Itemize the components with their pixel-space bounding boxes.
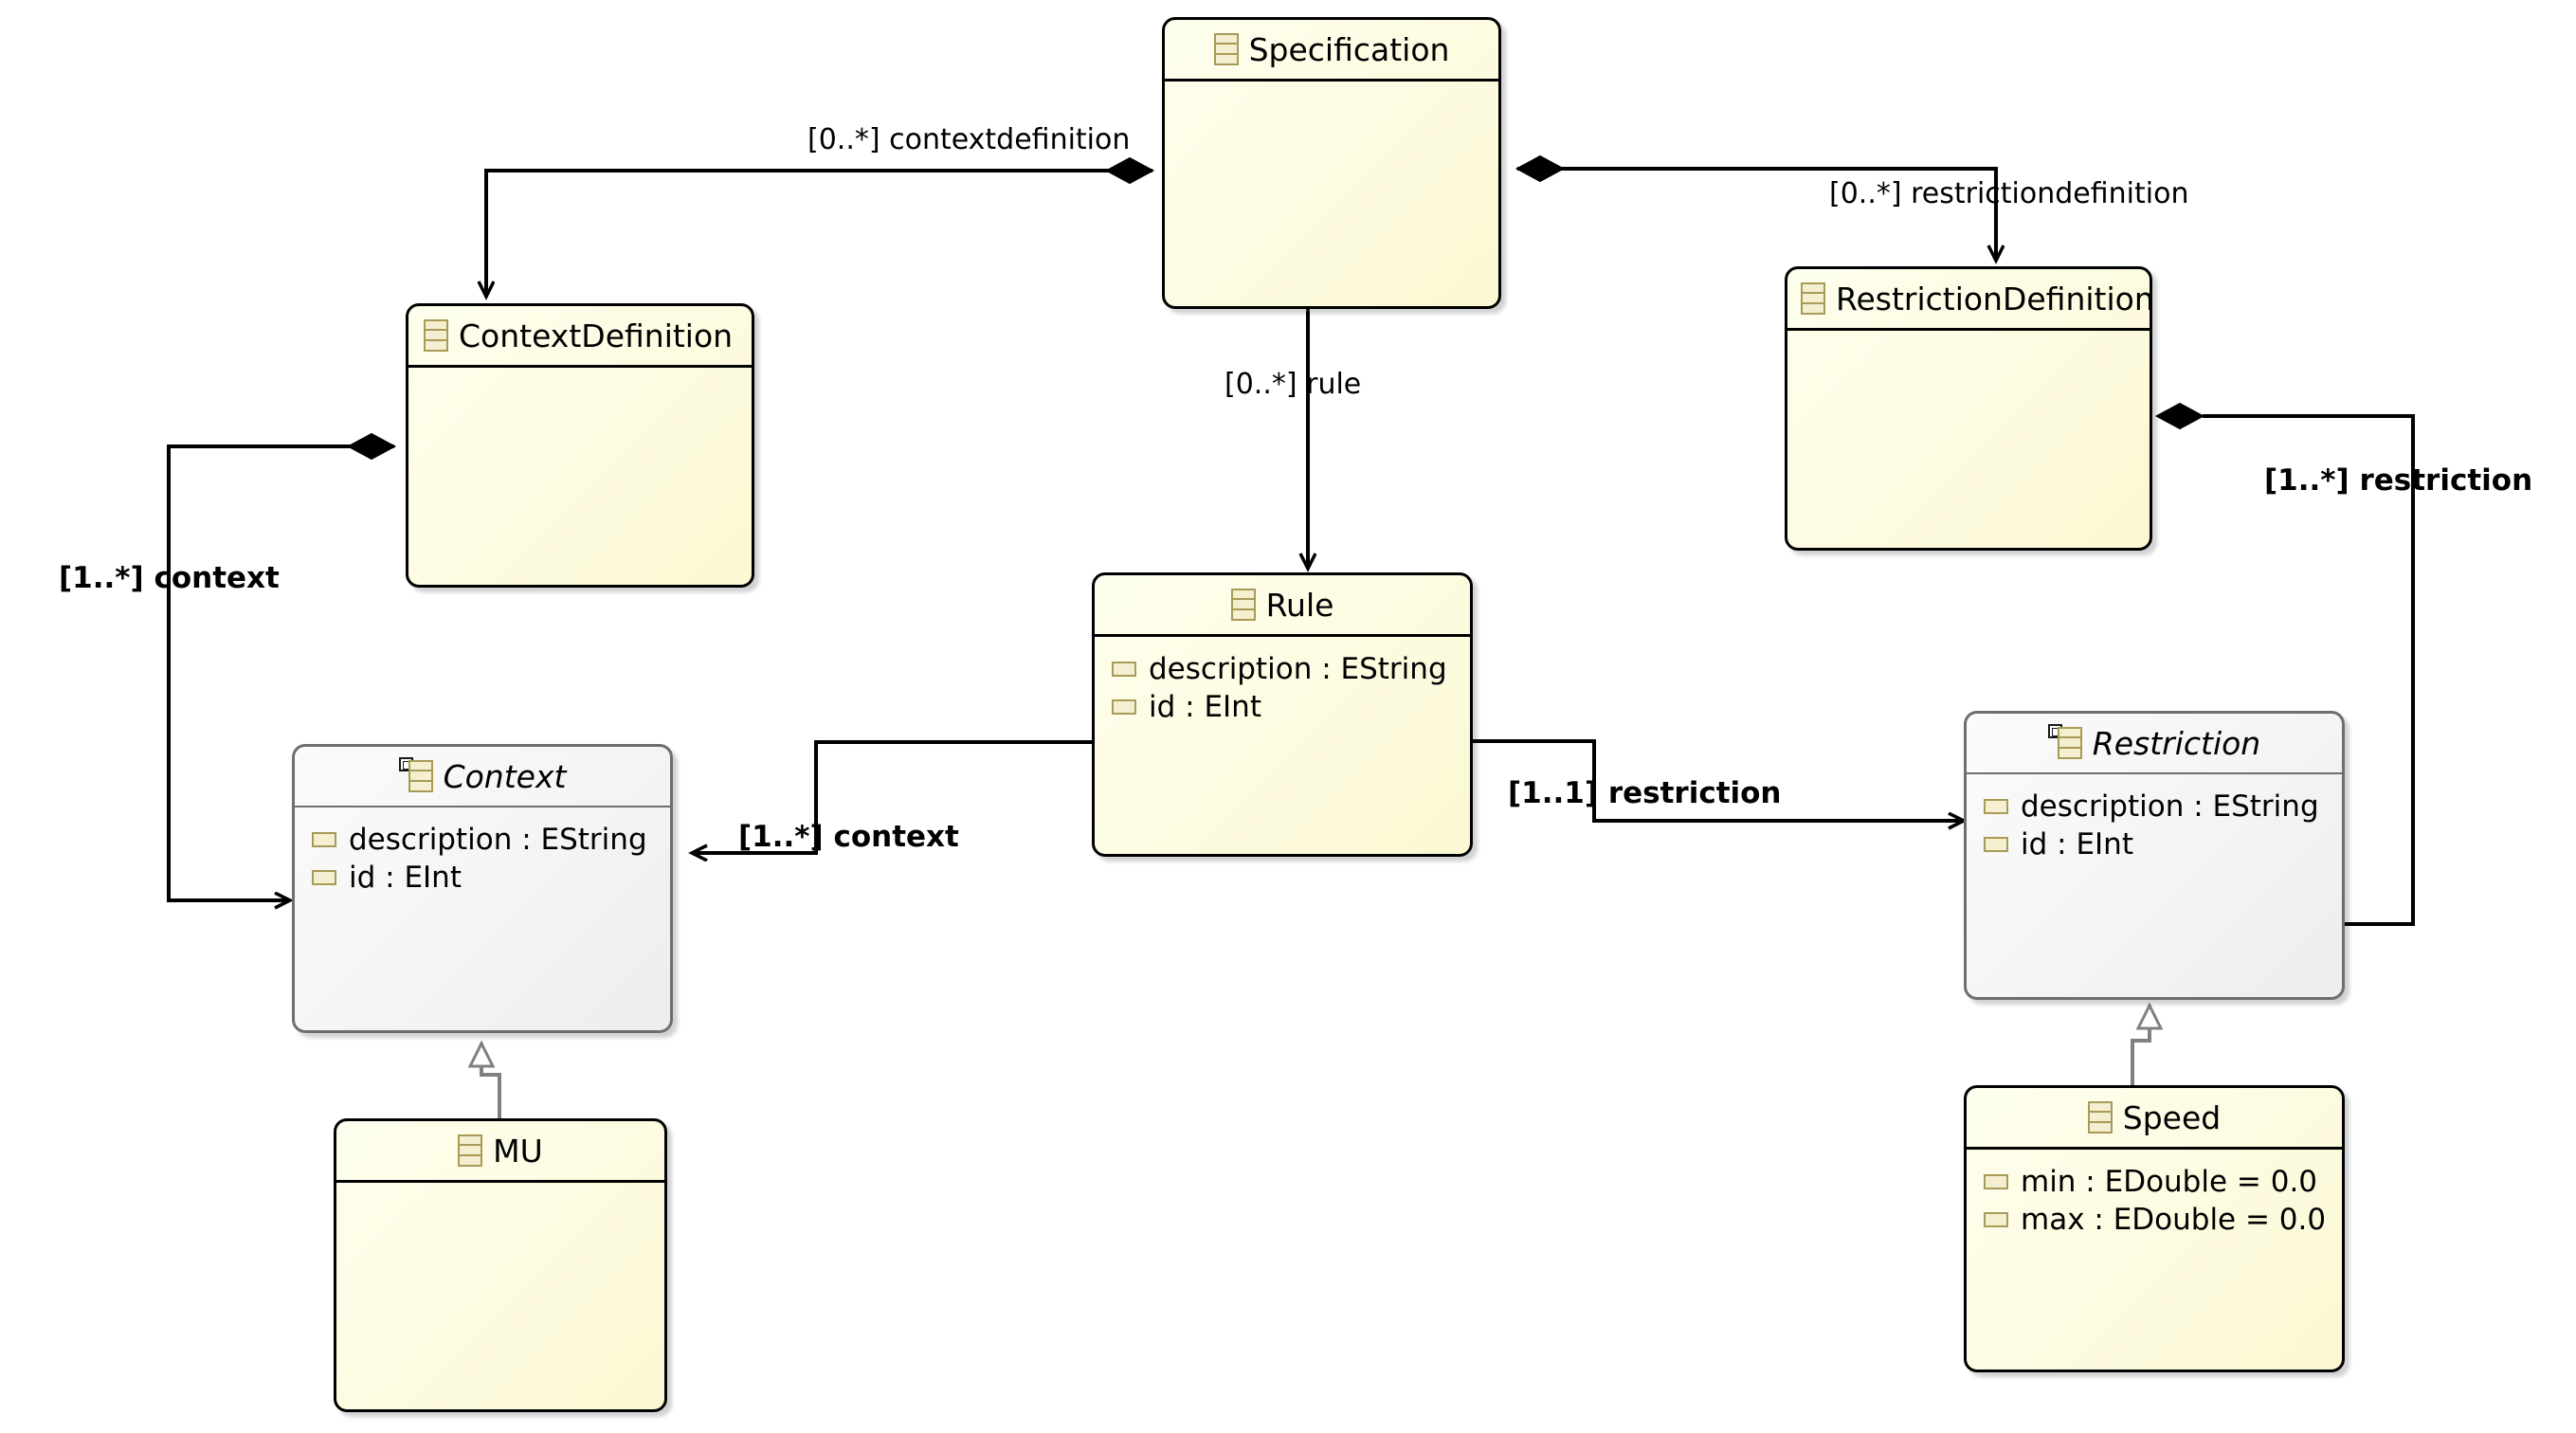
edge-label-spec-restrictiondefinition: [0..*] restrictiondefinition — [1829, 177, 2189, 210]
class-icon — [458, 1134, 483, 1167]
edge-mu-context[interactable] — [467, 1040, 501, 1118]
abstract-class-icon — [398, 757, 433, 792]
attribute-icon — [1112, 662, 1136, 677]
class-node-speed[interactable]: Speed min : EDouble = 0.0 max : EDouble … — [1964, 1085, 2345, 1372]
class-attributes-rule: description : EString id : EInt — [1095, 637, 1470, 726]
attribute-row: id : EInt — [1112, 688, 1470, 726]
class-icon — [1213, 33, 1239, 65]
class-icon — [424, 319, 448, 352]
class-header-specification: Specification — [1165, 20, 1498, 82]
class-node-restriction[interactable]: Restriction description : EString id : E… — [1964, 711, 2345, 1000]
class-node-restrictiondefinition[interactable]: RestrictionDefinition — [1785, 266, 2152, 551]
class-icon — [1801, 282, 1825, 315]
class-icon — [1230, 589, 1256, 621]
edge-label-rule-restriction: [1..1] restriction — [1508, 776, 1782, 810]
class-node-contextdefinition[interactable]: ContextDefinition — [406, 303, 754, 588]
class-title: Restriction — [2092, 724, 2261, 762]
class-title: Rule — [1265, 586, 1334, 624]
abstract-class-icon — [2047, 724, 2082, 759]
edge-label-contextdefinition-context: [1..*] context — [59, 561, 280, 595]
attribute-row: description : EString — [1112, 650, 1470, 688]
attribute-row: id : EInt — [312, 859, 670, 897]
class-header-rule: Rule — [1095, 575, 1470, 637]
attribute-icon — [312, 832, 336, 847]
attribute-label: description : EString — [1149, 651, 1447, 686]
attribute-row: min : EDouble = 0.0 — [1984, 1163, 2342, 1201]
attribute-label: id : EInt — [2021, 826, 2133, 862]
class-title: Context — [443, 757, 567, 795]
class-attributes-contextdefinition — [408, 368, 752, 381]
class-attributes-speed: min : EDouble = 0.0 max : EDouble = 0.0 — [1967, 1150, 2342, 1239]
edge-spec-rule[interactable] — [1294, 263, 1322, 569]
attribute-row: id : EInt — [1984, 825, 2342, 863]
attribute-icon — [1984, 1174, 2008, 1189]
attribute-row: description : EString — [312, 821, 670, 859]
attribute-icon — [1984, 799, 2008, 814]
class-header-contextdefinition: ContextDefinition — [408, 306, 752, 368]
class-node-context[interactable]: Context description : EString id : EInt — [292, 744, 673, 1033]
class-attributes-specification — [1165, 82, 1498, 95]
class-title: Specification — [1248, 30, 1450, 68]
edge-speed-restriction[interactable] — [2131, 1002, 2164, 1085]
attribute-icon — [1984, 837, 2008, 852]
attribute-label: id : EInt — [1149, 689, 1261, 724]
edge-spec-contextdefinition[interactable] — [486, 156, 1155, 297]
class-attributes-restriction: description : EString id : EInt — [1967, 774, 2342, 863]
class-header-context: Context — [295, 747, 670, 807]
class-attributes-restrictiondefinition — [1787, 331, 2150, 344]
edge-label-spec-rule: [0..*] rule — [1225, 368, 1362, 401]
attribute-row: description : EString — [1984, 788, 2342, 825]
attribute-icon — [1112, 699, 1136, 715]
class-node-mu[interactable]: MU — [334, 1118, 667, 1412]
attribute-row: max : EDouble = 0.0 — [1984, 1201, 2342, 1239]
class-title: ContextDefinition — [459, 317, 734, 354]
class-node-specification[interactable]: Specification — [1162, 17, 1501, 309]
attribute-icon — [312, 870, 336, 885]
class-header-speed: Speed — [1967, 1088, 2342, 1150]
edge-label-rule-context: [1..*] context — [738, 820, 959, 854]
uml-class-diagram-canvas: [0..*] contextdefinition [0..*] restrict… — [0, 0, 2576, 1433]
edge-label-restrictiondefinition-restriction: [1..*] restriction — [2264, 463, 2533, 498]
class-attributes-context: description : EString id : EInt — [295, 807, 670, 897]
class-icon — [2087, 1101, 2113, 1134]
attribute-icon — [1984, 1212, 2008, 1227]
attribute-label: min : EDouble = 0.0 — [2021, 1164, 2318, 1199]
class-header-mu: MU — [336, 1121, 664, 1183]
edge-label-spec-contextdefinition: [0..*] contextdefinition — [807, 123, 1131, 156]
class-attributes-mu — [336, 1183, 664, 1196]
attribute-label: max : EDouble = 0.0 — [2021, 1202, 2327, 1237]
class-header-restrictiondefinition: RestrictionDefinition — [1787, 269, 2150, 331]
attribute-label: id : EInt — [349, 860, 462, 895]
attribute-label: description : EString — [349, 822, 647, 857]
class-title: MU — [493, 1132, 543, 1170]
class-title: Speed — [2122, 1098, 2222, 1136]
class-title: RestrictionDefinition — [1836, 280, 2152, 317]
attribute-label: description : EString — [2021, 789, 2319, 824]
class-header-restriction: Restriction — [1967, 714, 2342, 774]
class-node-rule[interactable]: Rule description : EString id : EInt — [1092, 572, 1473, 857]
